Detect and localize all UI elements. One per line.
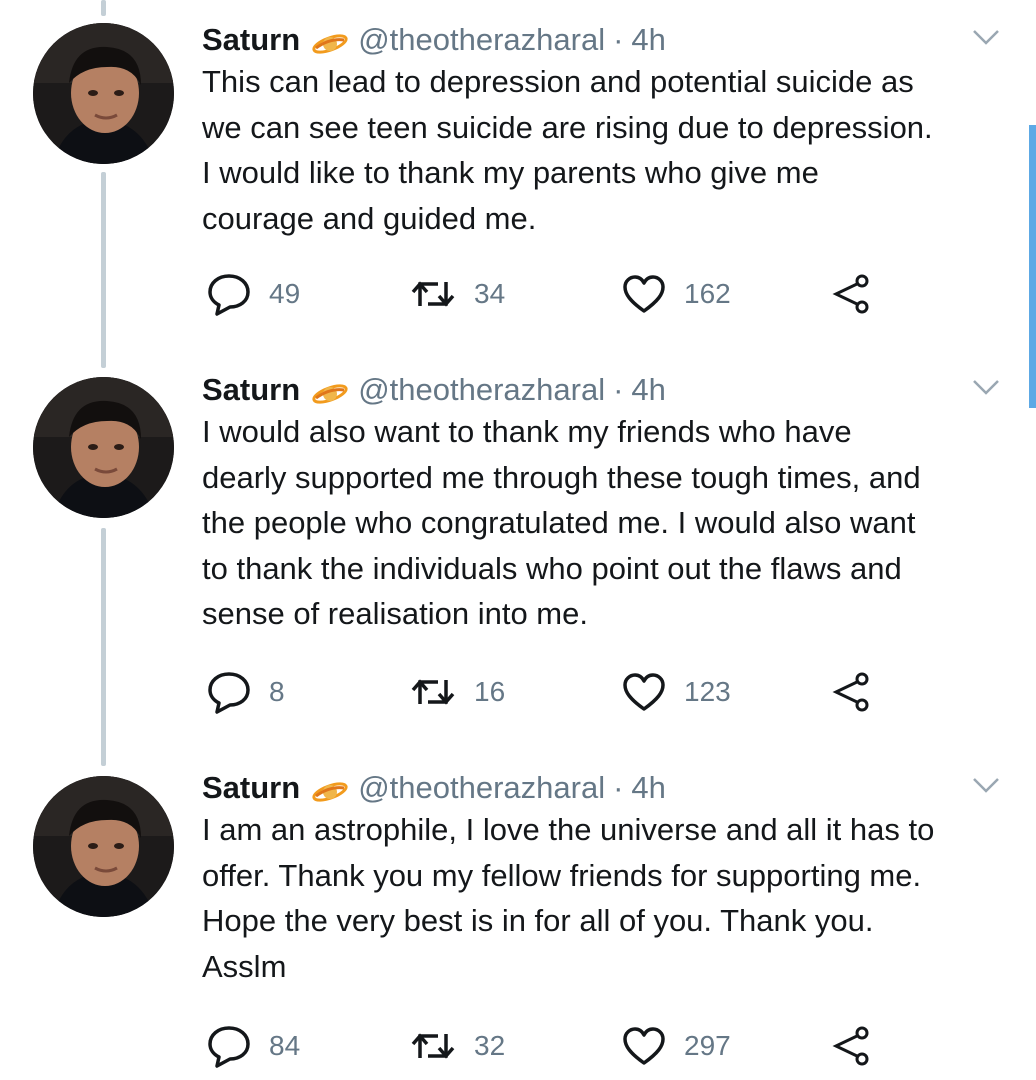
retweet-count: 34 <box>474 278 506 309</box>
like-button[interactable]: 162 <box>622 270 731 318</box>
like-button[interactable]: 123 <box>622 668 731 716</box>
timestamp[interactable]: 4h <box>631 770 665 806</box>
retweet-icon <box>411 679 455 705</box>
action-bar: 8 16 123 <box>202 668 902 716</box>
action-bar: 84 32 297 <box>202 1022 902 1070</box>
share-icon <box>832 274 869 314</box>
reply-icon <box>208 274 250 316</box>
reply-icon <box>208 1026 250 1068</box>
action-bar: 49 34 162 <box>202 270 902 318</box>
chevron-down-icon[interactable] <box>972 28 1000 46</box>
reply-count: 8 <box>269 676 285 707</box>
tweet-text: This can lead to depression and potentia… <box>202 64 933 236</box>
avatar[interactable] <box>33 776 174 917</box>
ringed-planet-icon <box>312 28 348 54</box>
user-handle[interactable]: @theotherazharal <box>358 22 605 58</box>
reply-button[interactable]: 8 <box>207 668 285 716</box>
like-count: 297 <box>684 1030 731 1061</box>
chevron-down-icon[interactable] <box>972 776 1000 794</box>
avatar[interactable] <box>33 377 174 518</box>
heart-icon <box>623 1027 665 1065</box>
tweet-text: I would also want to thank my friends wh… <box>202 414 921 631</box>
chevron-down-icon[interactable] <box>972 378 1000 396</box>
timestamp[interactable]: 4h <box>631 22 665 58</box>
separator: · <box>613 372 624 407</box>
user-handle[interactable]: @theotherazharal <box>358 372 605 408</box>
retweet-button[interactable]: 32 <box>410 1022 505 1070</box>
share-button[interactable] <box>828 668 872 716</box>
share-icon <box>832 1026 869 1066</box>
retweet-icon <box>411 281 455 307</box>
tweet-header: Saturn @theotherazharal · 4h <box>202 368 666 412</box>
reply-button[interactable]: 84 <box>207 1022 300 1070</box>
separator: · <box>613 22 624 57</box>
ringed-planet-icon <box>312 378 348 404</box>
reply-icon <box>208 672 250 714</box>
display-name[interactable]: Saturn <box>202 770 300 806</box>
share-icon <box>832 672 869 712</box>
avatar[interactable] <box>33 23 174 164</box>
like-count: 162 <box>684 278 731 309</box>
reply-count: 84 <box>269 1030 301 1061</box>
retweet-count: 16 <box>474 676 506 707</box>
thread-line <box>101 0 106 16</box>
like-count: 123 <box>684 676 731 707</box>
thread-line <box>101 172 106 368</box>
tweet-header: Saturn @theotherazharal · 4h <box>202 766 666 810</box>
share-button[interactable] <box>828 1022 872 1070</box>
retweet-icon <box>411 1033 455 1059</box>
separator: · <box>613 770 624 805</box>
tweet-header: Saturn @theotherazharal · 4h <box>202 18 666 62</box>
user-handle[interactable]: @theotherazharal <box>358 770 605 806</box>
display-name[interactable]: Saturn <box>202 372 300 408</box>
retweet-button[interactable]: 34 <box>410 270 505 318</box>
ringed-planet-icon <box>312 776 348 802</box>
like-button[interactable]: 297 <box>622 1022 731 1070</box>
retweet-count: 32 <box>474 1030 506 1061</box>
display-name[interactable]: Saturn <box>202 22 300 58</box>
share-button[interactable] <box>828 270 872 318</box>
tweet-text: I am an astrophile, I love the universe … <box>202 812 935 984</box>
heart-icon <box>623 275 665 313</box>
retweet-button[interactable]: 16 <box>410 668 505 716</box>
scrollbar[interactable] <box>1029 125 1036 408</box>
timestamp[interactable]: 4h <box>631 372 665 408</box>
reply-count: 49 <box>269 278 301 309</box>
heart-icon <box>623 673 665 711</box>
thread-line <box>101 528 106 766</box>
reply-button[interactable]: 49 <box>207 270 300 318</box>
